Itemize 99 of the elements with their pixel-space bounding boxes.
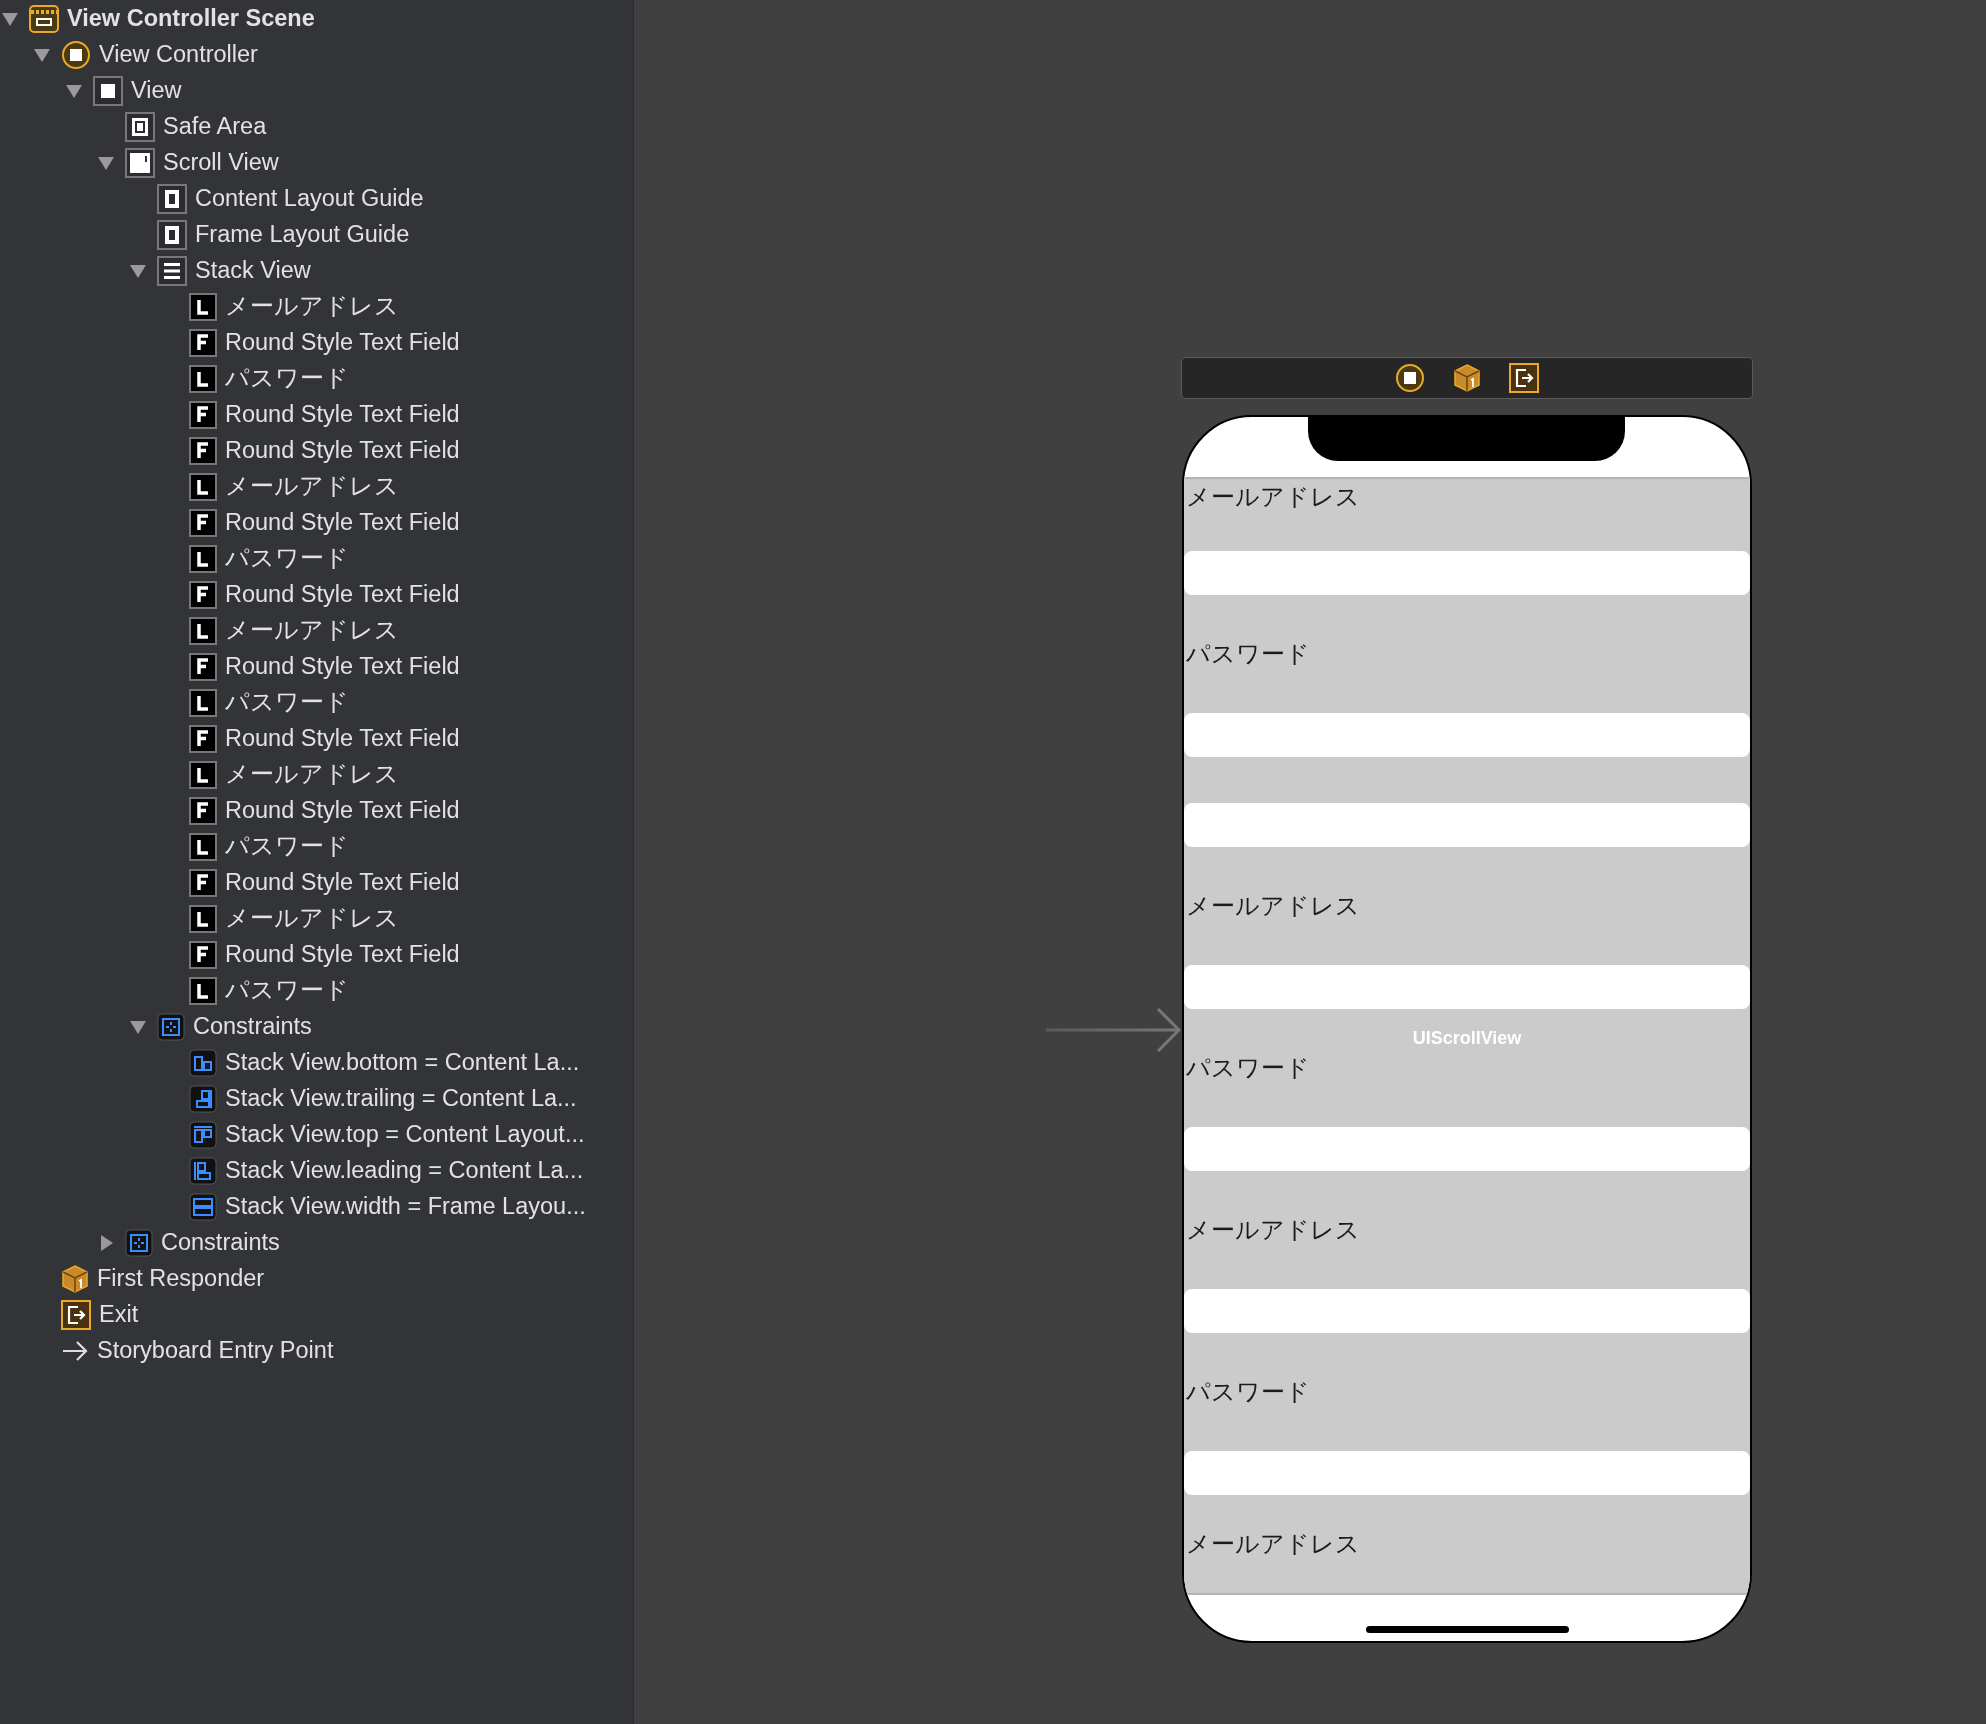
label-icon: [189, 617, 217, 645]
text-field[interactable]: [1184, 1451, 1750, 1495]
text-field-icon: [189, 725, 217, 753]
disclosure-triangle[interactable]: [97, 154, 115, 172]
text-field[interactable]: [1184, 1289, 1750, 1333]
outline-item[interactable]: パスワード: [225, 541, 349, 577]
text-label: パスワード: [1186, 1377, 1310, 1408]
outline-item[interactable]: Storyboard Entry Point: [97, 1333, 334, 1369]
outline-item[interactable]: メールアドレス: [225, 289, 399, 325]
constraint-icon: [189, 1193, 217, 1221]
text-field-icon: [189, 329, 217, 357]
text-label: メールアドレス: [1186, 891, 1360, 922]
outline-item[interactable]: Round Style Text Field: [225, 865, 460, 901]
outline-item[interactable]: Stack View: [195, 253, 311, 289]
text-field[interactable]: [1184, 551, 1750, 595]
text-field[interactable]: [1184, 803, 1750, 847]
outline-item[interactable]: Round Style Text Field: [225, 577, 460, 613]
label-icon: [189, 293, 217, 321]
label-icon: [189, 689, 217, 717]
constraint-icon: [189, 1085, 217, 1113]
scroll-view-icon: [125, 148, 155, 178]
text-field[interactable]: [1184, 1127, 1750, 1171]
constraint-icon: [189, 1049, 217, 1077]
outline-item[interactable]: Exit: [99, 1297, 139, 1333]
outline-item[interactable]: Scroll View: [163, 145, 279, 181]
constraint-icon: [189, 1121, 217, 1149]
exit-icon: [61, 1300, 91, 1330]
exit-icon: [1509, 363, 1539, 393]
outline-item[interactable]: View Controller: [99, 37, 258, 73]
outline-item[interactable]: メールアドレス: [225, 757, 399, 793]
outline-item[interactable]: Stack View.bottom = Content La...: [225, 1045, 580, 1081]
cube-icon: [61, 1264, 89, 1294]
outline-item[interactable]: Stack View.top = Content Layout...: [225, 1117, 585, 1153]
text-label: メールアドレス: [1186, 1215, 1360, 1246]
outline-item[interactable]: Stack View.trailing = Content La...: [225, 1081, 577, 1117]
text-field-icon: [189, 437, 217, 465]
outline-item[interactable]: Safe Area: [163, 109, 267, 145]
cube-icon: [1453, 363, 1481, 393]
label-icon: [189, 833, 217, 861]
view-icon: [93, 76, 123, 106]
label-icon: [189, 545, 217, 573]
stack-view-icon: [157, 256, 187, 286]
outline-item[interactable]: Stack View.leading = Content La...: [225, 1153, 584, 1189]
outline-item[interactable]: First Responder: [97, 1261, 265, 1297]
text-field-icon: [189, 941, 217, 969]
text-field-icon: [189, 797, 217, 825]
text-label: メールアドレス: [1186, 482, 1360, 513]
outline-item[interactable]: Round Style Text Field: [225, 721, 460, 757]
text-field-icon: [189, 509, 217, 537]
outline-item[interactable]: Frame Layout Guide: [195, 217, 410, 253]
safe-area-icon: [125, 112, 155, 142]
outline-item[interactable]: Constraints: [193, 1009, 312, 1045]
label-icon: [189, 473, 217, 501]
outline-item[interactable]: Round Style Text Field: [225, 649, 460, 685]
text-field-icon: [189, 581, 217, 609]
text-field-icon: [189, 869, 217, 897]
disclosure-triangle[interactable]: [65, 82, 83, 100]
layout-guide-icon: [157, 184, 187, 214]
layout-guide-icon: [157, 220, 187, 250]
outline-item[interactable]: Round Style Text Field: [225, 325, 460, 361]
outline-item[interactable]: パスワード: [225, 685, 349, 721]
text-label: パスワード: [1186, 1053, 1310, 1084]
disclosure-triangle[interactable]: [129, 262, 147, 280]
outline-item[interactable]: パスワード: [225, 973, 349, 1009]
view-controller-icon: [1395, 363, 1425, 393]
outline-item[interactable]: パスワード: [225, 361, 349, 397]
text-field-icon: [189, 401, 217, 429]
label-icon: [189, 905, 217, 933]
outline-item[interactable]: パスワード: [225, 829, 349, 865]
arrow-icon: [61, 1339, 89, 1363]
constraints-icon: [125, 1229, 153, 1257]
disclosure-triangle[interactable]: [33, 46, 51, 64]
outline-item[interactable]: Round Style Text Field: [225, 937, 460, 973]
outline-item[interactable]: View Controller Scene: [67, 1, 315, 37]
outline-item[interactable]: Round Style Text Field: [225, 397, 460, 433]
outline-item[interactable]: Stack View.width = Frame Layou...: [225, 1189, 586, 1225]
outline-item[interactable]: Round Style Text Field: [225, 505, 460, 541]
outline-item[interactable]: Round Style Text Field: [225, 433, 460, 469]
disclosure-triangle[interactable]: [1, 10, 19, 28]
outline-item[interactable]: メールアドレス: [225, 901, 399, 937]
text-field-icon: [189, 653, 217, 681]
text-field[interactable]: [1184, 965, 1750, 1009]
outline-item[interactable]: Content Layout Guide: [195, 181, 424, 217]
constraints-icon: [157, 1013, 185, 1041]
outline-item[interactable]: メールアドレス: [225, 469, 399, 505]
text-label: メールアドレス: [1186, 1529, 1360, 1560]
disclosure-triangle[interactable]: [129, 1018, 147, 1036]
constraint-icon: [189, 1157, 217, 1185]
outline-item[interactable]: Constraints: [161, 1225, 280, 1261]
outline-item[interactable]: メールアドレス: [225, 613, 399, 649]
outline-item[interactable]: Round Style Text Field: [225, 793, 460, 829]
text-field[interactable]: [1184, 713, 1750, 757]
scene-icon: [29, 5, 59, 33]
text-label: パスワード: [1186, 639, 1310, 670]
label-icon: [189, 977, 217, 1005]
label-icon: [189, 761, 217, 789]
label-icon: [189, 365, 217, 393]
outline-item[interactable]: View: [131, 73, 182, 109]
view-controller-icon: [61, 40, 91, 70]
